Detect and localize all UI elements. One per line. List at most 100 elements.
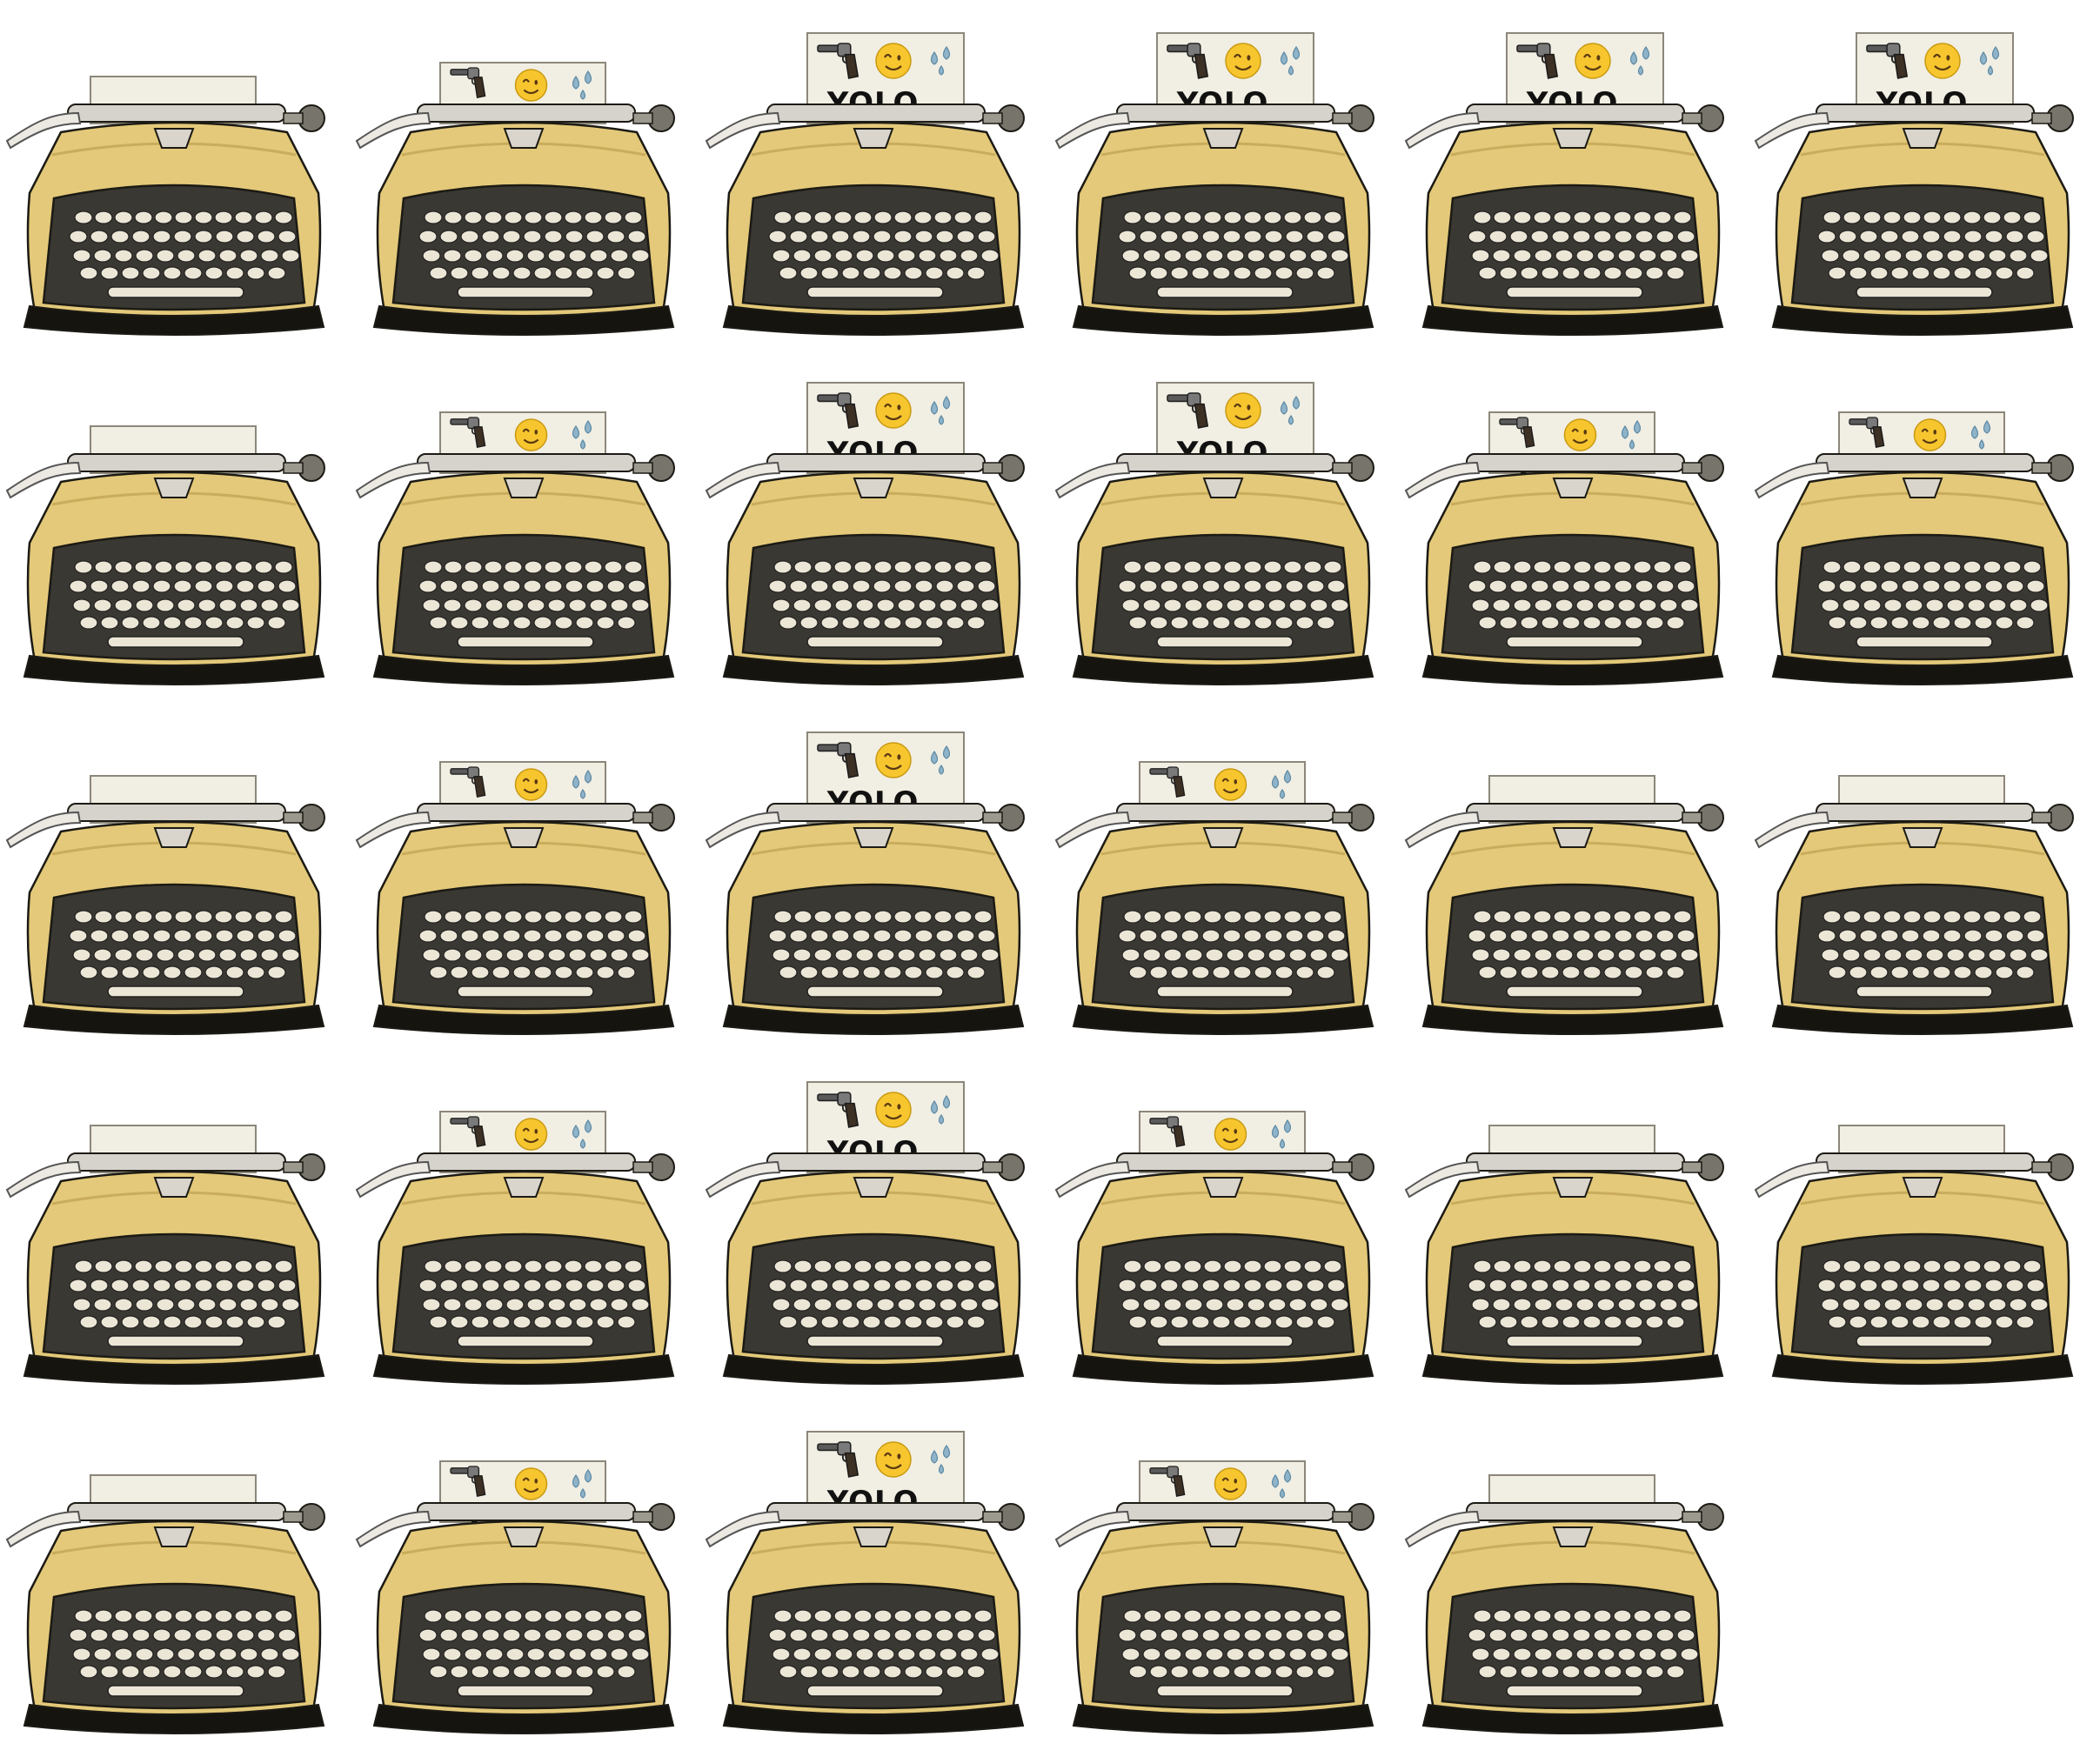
key [853,1259,873,1273]
key [533,1665,552,1679]
key [1309,1647,1328,1661]
key [464,910,483,924]
typewriter-frame: YOLO [705,382,1025,685]
key [1212,1665,1231,1679]
key [2023,560,2042,574]
key [1995,616,2014,630]
key [1655,579,1675,593]
key [121,1315,140,1329]
key [1247,948,1266,962]
key [624,1259,643,1273]
key [1468,1279,1487,1292]
key [1123,1259,1142,1273]
space-bar [1156,985,1294,998]
key [1226,598,1245,612]
key [1963,1259,1982,1273]
key [1243,929,1262,943]
typewriter-frame: YOLO [1754,32,2074,336]
key [1160,579,1179,593]
key [204,266,224,280]
key [624,1609,643,1623]
key [481,1628,500,1642]
key [464,210,483,224]
key [1143,210,1162,224]
key [1184,1647,1203,1661]
key [156,1647,175,1661]
key [424,1259,443,1273]
key [173,1628,192,1642]
type-guide [1902,1177,1943,1198]
key [1323,560,1342,574]
key [813,1647,833,1661]
platen-roller [1816,453,2035,472]
key [977,579,996,593]
key [1233,1665,1252,1679]
key [1903,1259,1922,1273]
key [960,249,979,263]
space-bar [806,1335,944,1347]
platen-roller [766,104,986,123]
key [544,929,563,943]
key [1203,560,1222,574]
key [1222,1279,1241,1292]
key [1513,210,1532,224]
key [1603,965,1622,979]
key [1128,1315,1147,1329]
key [584,910,603,924]
key [114,1259,133,1273]
key [1883,910,1902,924]
key [1983,910,2002,924]
key [1673,560,1692,574]
key [1582,266,1602,280]
key [1633,1609,1652,1623]
key [604,560,623,574]
key [460,230,479,244]
key [1520,616,1539,630]
key [1247,598,1266,612]
key [281,1298,300,1312]
key [163,965,182,979]
sprite-sheet-canvas: YOLOYOLOYOLOYOLOYOLOYOLOYOLOYOLOYOLOYOLO… [5,32,2074,1734]
key [1562,266,1581,280]
key [1849,965,1868,979]
key [1573,910,1592,924]
key [925,965,944,979]
key [1617,1298,1636,1312]
key [772,249,791,263]
key [1901,579,1920,593]
type-guide [1902,827,1943,848]
key [1264,929,1283,943]
key [1863,948,1882,962]
key [1243,560,1262,574]
key [1967,948,1986,962]
key [492,616,511,630]
platen-roller [67,453,286,472]
key [204,616,224,630]
key [1247,249,1266,263]
key [524,560,543,574]
space-bar [1506,1685,1643,1697]
key [1285,1279,1304,1292]
key [1283,1259,1302,1273]
key [134,210,153,224]
key [893,560,913,574]
key [281,1647,300,1661]
key [1468,579,1487,593]
key [424,910,443,924]
key [1676,1279,1695,1292]
key [1963,210,1982,224]
key [492,1315,511,1329]
key [505,1298,525,1312]
key [135,249,154,263]
key [1309,948,1328,962]
key [121,1665,140,1679]
key [1984,929,2003,943]
key [960,1647,979,1661]
key [897,948,916,962]
space-bar [806,286,944,298]
key [2016,965,2035,979]
key [131,230,150,244]
key [214,910,233,924]
key [1843,910,1862,924]
key [1223,1259,1242,1273]
